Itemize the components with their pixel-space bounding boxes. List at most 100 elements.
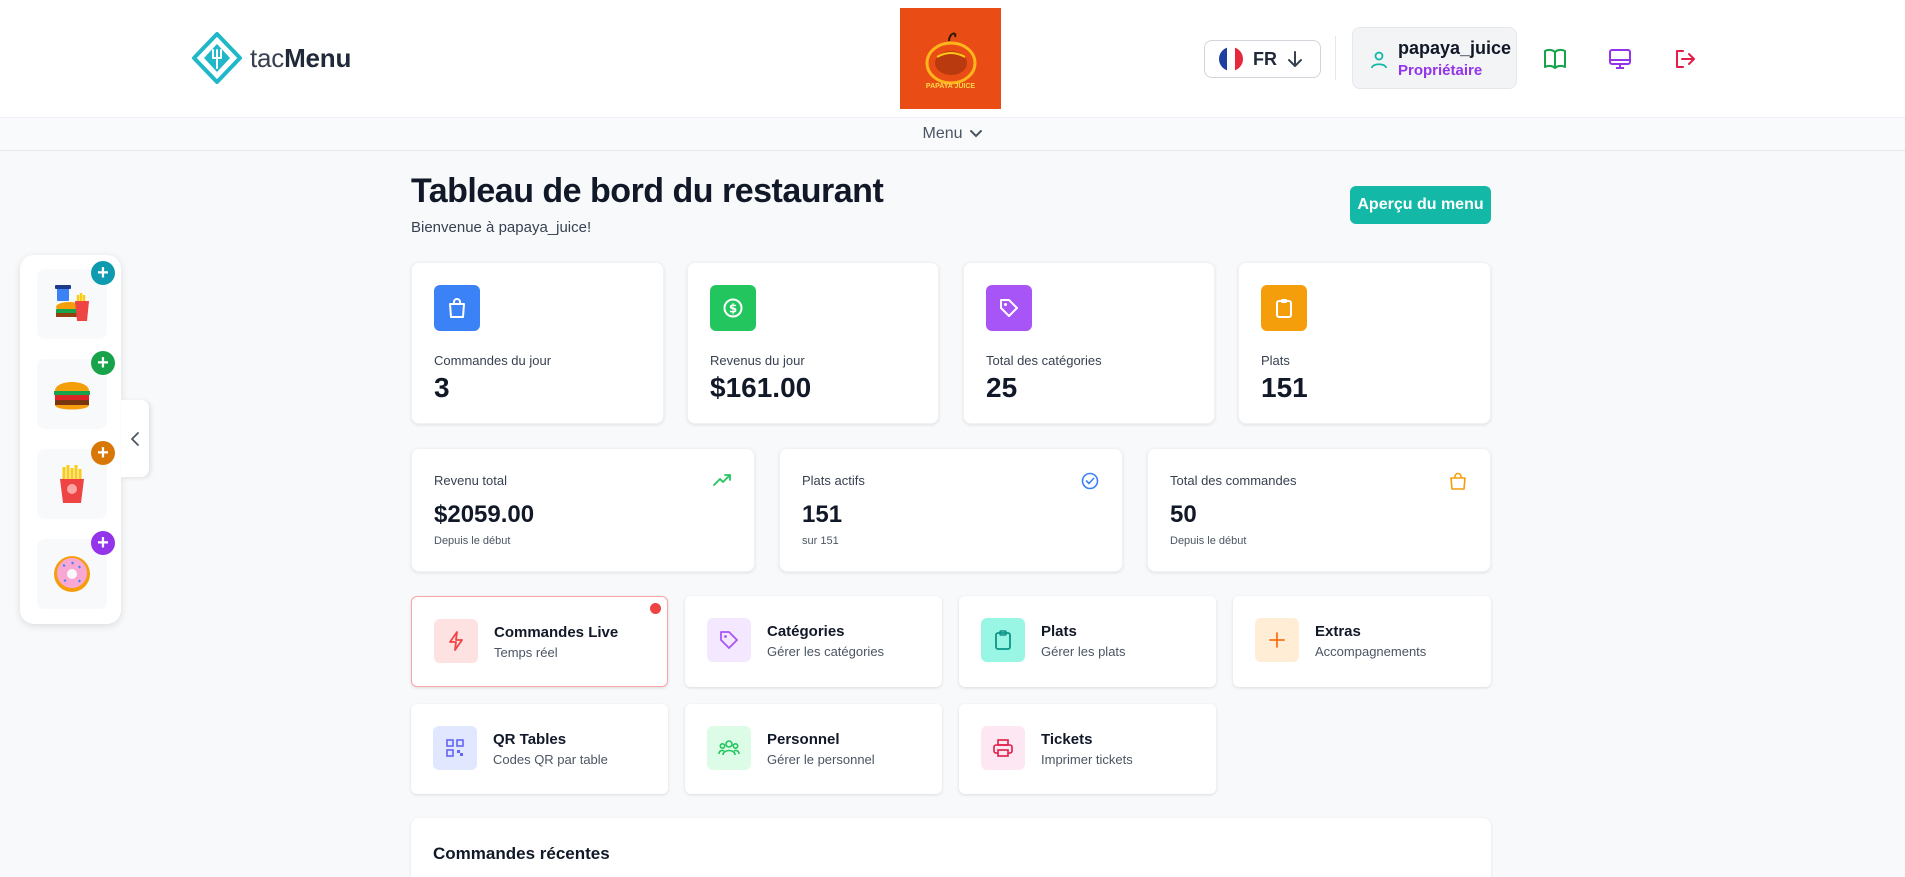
action-title: Extras [1315,623,1361,640]
monitor-icon[interactable] [1607,46,1633,72]
stat-card-categories: Total des catégories 25 [963,262,1215,424]
summary-card-total-orders: Total des commandes 50 Depuis le début [1147,448,1491,572]
user-role: Propriétaire [1398,62,1483,79]
papaya-logo-graphic [925,32,976,85]
stat-label: Plats [1261,353,1290,368]
plus-icon [1255,618,1299,662]
user-profile[interactable]: papaya_juice Propriétaire [1352,27,1517,89]
tacmenu-logo[interactable]: tacMenu [190,32,351,84]
summary-card-total-revenue: Revenu total $2059.00 Depuis le début [411,448,755,572]
action-live-orders[interactable]: Commandes Live Temps réel [411,596,668,687]
action-qr-tables[interactable]: QR Tables Codes QR par table [411,704,668,794]
chevron-left-icon [131,431,139,446]
logout-icon[interactable] [1672,46,1698,72]
sidebar-item-fries[interactable]: + [37,441,115,519]
printer-icon [981,726,1025,770]
trending-up-icon [713,474,731,486]
action-dishes[interactable]: Plats Gérer les plats [959,596,1216,687]
sidebar-item-burger[interactable]: + [37,351,115,429]
book-open-icon[interactable] [1542,46,1568,72]
action-staff[interactable]: Personnel Gérer le personnel [685,704,942,794]
stat-card-orders-today: Commandes du jour 3 [411,262,664,424]
summary-card-active-dishes: Plats actifs 151 sur 151 [779,448,1123,572]
restaurant-logo: PAPAYA JUICE [900,8,1001,109]
svg-text:$: $ [729,302,737,316]
sidebar-collapse-button[interactable] [121,400,149,477]
language-selector[interactable]: FR [1204,40,1321,78]
action-categories[interactable]: Catégories Gérer les catégories [685,596,942,687]
logo-suffix: Menu [284,42,352,73]
qr-code-icon [433,726,477,770]
logo-wordmark: tacMenu [250,43,351,74]
summary-value: $2059.00 [434,501,535,528]
arrow-down-icon [1288,51,1302,67]
action-title: Commandes Live [494,624,619,641]
burger-icon [54,382,90,410]
top-bar: tacMenu PAPAYA JUICE FR papaya_juice Pro… [0,0,1905,118]
logo-prefix: tac [250,42,285,73]
add-fries-plus-icon[interactable]: + [91,441,115,465]
action-subtitle: Accompagnements [1315,644,1427,659]
menu-strip-label: Menu [922,125,963,142]
tacmenu-logo-icon [192,32,242,84]
action-subtitle: Gérer les catégories [767,644,885,659]
action-subtitle: Temps réel [494,645,558,660]
stat-value: 25 [986,372,1018,403]
page-title: Tableau de bord du restaurant [411,172,884,210]
user-name: papaya_juice [1398,38,1512,58]
action-title: Tickets [1041,731,1093,748]
add-donut-plus-icon[interactable]: + [91,531,115,555]
summary-sub: Depuis le début [1170,535,1247,547]
action-title: QR Tables [493,731,567,748]
chevron-down-icon [969,130,982,138]
action-subtitle: Gérer le personnel [767,752,875,767]
recent-orders-title: Commandes récentes [433,844,610,863]
donut-icon [54,556,90,592]
summary-label: Total des commandes [1170,473,1297,488]
dollar-circle-icon: $ [710,285,756,331]
summary-value: 50 [1170,501,1197,528]
summary-sub: Depuis le début [434,535,511,547]
add-combo-plus-icon[interactable]: + [91,261,115,285]
page-subtitle: Bienvenue à papaya_juice! [411,219,592,236]
restaurant-logo-text: PAPAYA JUICE [925,83,976,90]
recent-orders-panel: Commandes récentes [411,818,1491,877]
sidebar-item-donut[interactable]: + [37,531,115,609]
quick-add-sidebar: + + + + [20,255,121,624]
sidebar-item-combo[interactable]: + [37,261,115,339]
action-subtitle: Codes QR par table [493,752,608,767]
summary-value: 151 [802,501,843,528]
combo-meal-icon [55,285,89,321]
stat-label: Revenus du jour [710,353,805,368]
shopping-bag-icon [1450,472,1466,490]
summary-sub: sur 151 [802,535,839,547]
action-title: Plats [1041,623,1077,640]
clipboard-icon [1261,285,1307,331]
action-tickets[interactable]: Tickets Imprimer tickets [959,704,1216,794]
live-indicator-dot [650,603,661,614]
add-burger-plus-icon[interactable]: + [91,351,115,375]
stat-value: 3 [434,372,450,403]
shopping-bag-icon [434,285,480,331]
tag-icon [986,285,1032,331]
tag-icon [707,618,751,662]
fries-icon [60,465,84,503]
stat-label: Commandes du jour [434,353,552,368]
check-circle-icon [1081,472,1099,490]
action-extras[interactable]: Extras Accompagnements [1233,596,1491,687]
stat-card-dishes: Plats 151 [1238,262,1491,424]
user-icon [1371,51,1387,69]
stat-value: 151 [1261,372,1308,403]
france-flag-icon [1219,47,1243,71]
language-code: FR [1253,48,1277,69]
stat-card-revenue-today: $ Revenus du jour $161.00 [687,262,939,424]
summary-label: Plats actifs [802,473,865,488]
action-subtitle: Gérer les plats [1041,644,1126,659]
clipboard-icon [981,618,1025,662]
menu-preview-button[interactable]: Aperçu du menu [1350,186,1491,224]
summary-label: Revenu total [434,473,507,488]
action-title: Personnel [767,731,840,748]
menu-dropdown-toggle[interactable]: Menu [0,118,1905,151]
action-title: Catégories [767,623,845,640]
lightning-icon [434,619,478,663]
